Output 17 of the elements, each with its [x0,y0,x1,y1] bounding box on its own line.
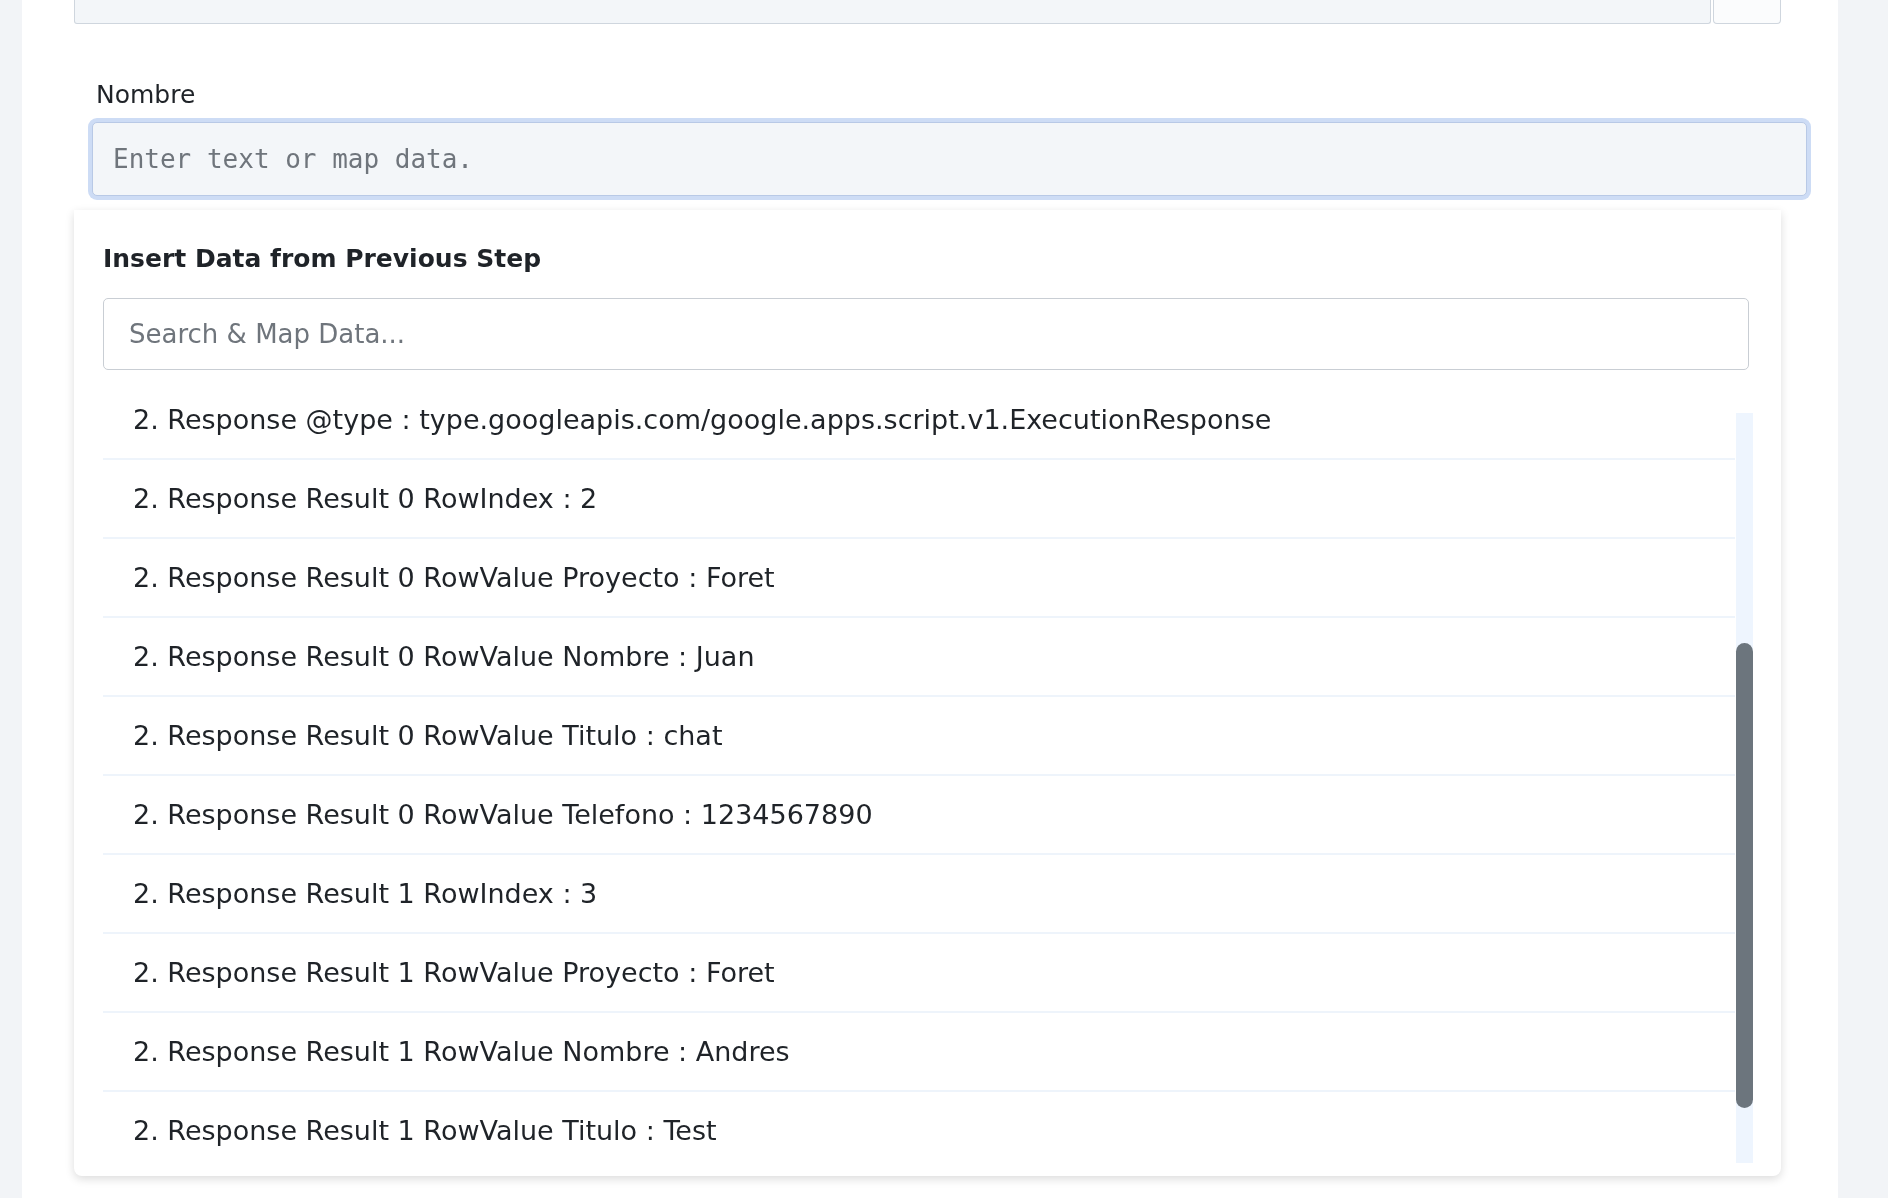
field-label: Nombre [96,80,196,110]
data-option[interactable]: 2. Response Result 1 RowValue Titulo : Test [133,1115,717,1146]
data-option[interactable]: 2. Response Result 0 RowValue Telefono : 1234567890 [133,799,873,830]
dropdown-title: Insert Data from Previous Step [103,244,542,274]
data-option[interactable]: 2. Response @type : type.googleapis.com/google.apps.script.v1.ExecutionResponse [133,408,1272,435]
data-option[interactable]: 2. Response Result 1 RowValue Proyecto : Foret [133,957,775,988]
data-option[interactable]: 2. Response Result 1 RowValue Nombre : Andres [133,1036,790,1067]
data-option[interactable]: 2. Response Result 0 RowValue Nombre : Juan [133,641,755,672]
text-input[interactable]: Enter text or map data. [92,122,1807,196]
data-option[interactable]: 2. Response Result 0 RowValue Proyecto : Foret [133,562,775,593]
data-option[interactable]: 2. Response Result 0 RowValue Titulo : chat [133,720,723,751]
scrollbar-thumb[interactable] [1736,643,1753,1108]
data-option[interactable]: 2. Response Result 1 RowIndex : 3 [133,878,598,909]
field-button[interactable] [1713,0,1781,24]
scrollbar-track[interactable] [1736,413,1753,1163]
data-option[interactable]: 2. Response Result 0 RowIndex : 2 [133,483,598,514]
search-field[interactable]: Search & Map Data... [103,298,1749,370]
